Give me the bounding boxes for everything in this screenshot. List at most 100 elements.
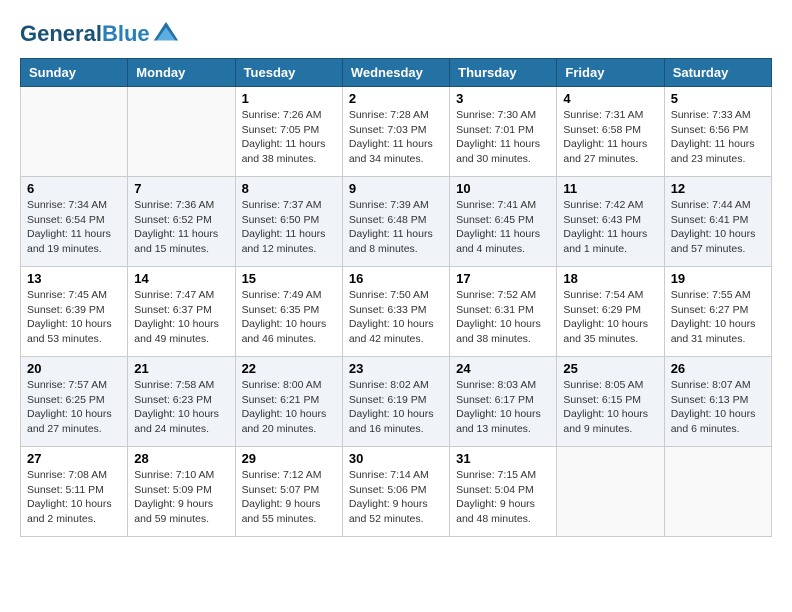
day-number: 11: [563, 181, 657, 196]
calendar-cell: [128, 87, 235, 177]
day-detail: Sunrise: 7:52 AMSunset: 6:31 PMDaylight:…: [456, 288, 550, 347]
weekday-header-row: SundayMondayTuesdayWednesdayThursdayFrid…: [21, 59, 772, 87]
calendar-cell: 30 Sunrise: 7:14 AMSunset: 5:06 PMDayligh…: [342, 447, 449, 537]
week-row-3: 13Sunrise: 7:45 AMSunset: 6:39 PMDayligh…: [21, 267, 772, 357]
day-detail: Sunrise: 7:14 AMSunset: 5:06 PMDaylight:…: [349, 468, 443, 527]
day-detail: Sunrise: 7:39 AMSunset: 6:48 PMDaylight:…: [349, 198, 443, 257]
day-detail: Sunrise: 7:31 AMSunset: 6:58 PMDaylight:…: [563, 108, 657, 167]
day-number: 8: [242, 181, 336, 196]
day-detail: Sunrise: 8:03 AMSunset: 6:17 PMDaylight:…: [456, 378, 550, 437]
day-number: 2: [349, 91, 443, 106]
calendar-cell: 2 Sunrise: 7:28 AMSunset: 7:03 PMDaylight…: [342, 87, 449, 177]
day-detail: Sunrise: 7:47 AMSunset: 6:37 PMDaylight:…: [134, 288, 228, 347]
day-number: 31: [456, 451, 550, 466]
calendar-cell: 15 Sunrise: 7:49 AMSunset: 6:35 PMDayligh…: [235, 267, 342, 357]
calendar-cell: [557, 447, 664, 537]
week-row-5: 27Sunrise: 7:08 AMSunset: 5:11 PMDayligh…: [21, 447, 772, 537]
day-number: 4: [563, 91, 657, 106]
calendar-cell: 7 Sunrise: 7:36 AMSunset: 6:52 PMDaylight…: [128, 177, 235, 267]
day-number: 25: [563, 361, 657, 376]
calendar-cell: 3Sunrise: 7:30 AMSunset: 7:01 PMDaylight…: [450, 87, 557, 177]
day-number: 7: [134, 181, 228, 196]
calendar-cell: 31 Sunrise: 7:15 AMSunset: 5:04 PMDayligh…: [450, 447, 557, 537]
weekday-header-friday: Friday: [557, 59, 664, 87]
day-number: 24: [456, 361, 550, 376]
day-number: 15: [242, 271, 336, 286]
weekday-header-saturday: Saturday: [664, 59, 771, 87]
day-detail: Sunrise: 7:49 AMSunset: 6:35 PMDaylight:…: [242, 288, 336, 347]
day-number: 17: [456, 271, 550, 286]
calendar-cell: 11Sunrise: 7:42 AMSunset: 6:43 PMDayligh…: [557, 177, 664, 267]
calendar-cell: 4 Sunrise: 7:31 AMSunset: 6:58 PMDaylight…: [557, 87, 664, 177]
day-detail: Sunrise: 7:15 AMSunset: 5:04 PMDaylight:…: [456, 468, 550, 527]
calendar-table: SundayMondayTuesdayWednesdayThursdayFrid…: [20, 58, 772, 537]
day-detail: Sunrise: 7:26 AMSunset: 7:05 PMDaylight:…: [242, 108, 336, 167]
calendar-cell: [664, 447, 771, 537]
day-number: 27: [27, 451, 121, 466]
day-detail: Sunrise: 7:10 AMSunset: 5:09 PMDaylight:…: [134, 468, 228, 527]
calendar-cell: 9 Sunrise: 7:39 AMSunset: 6:48 PMDaylight…: [342, 177, 449, 267]
day-detail: Sunrise: 7:36 AMSunset: 6:52 PMDaylight:…: [134, 198, 228, 257]
weekday-header-sunday: Sunday: [21, 59, 128, 87]
day-number: 14: [134, 271, 228, 286]
calendar-cell: 28 Sunrise: 7:10 AMSunset: 5:09 PMDayligh…: [128, 447, 235, 537]
week-row-1: 1 Sunrise: 7:26 AMSunset: 7:05 PMDaylight…: [21, 87, 772, 177]
weekday-header-thursday: Thursday: [450, 59, 557, 87]
day-detail: Sunrise: 7:55 AMSunset: 6:27 PMDaylight:…: [671, 288, 765, 347]
day-detail: Sunrise: 7:41 AMSunset: 6:45 PMDaylight:…: [456, 198, 550, 257]
day-number: 16: [349, 271, 443, 286]
day-number: 20: [27, 361, 121, 376]
calendar-cell: 21Sunrise: 7:58 AMSunset: 6:23 PMDayligh…: [128, 357, 235, 447]
calendar-cell: [21, 87, 128, 177]
calendar-cell: 23 Sunrise: 8:02 AMSunset: 6:19 PMDayligh…: [342, 357, 449, 447]
weekday-header-monday: Monday: [128, 59, 235, 87]
calendar-cell: 17 Sunrise: 7:52 AMSunset: 6:31 PMDayligh…: [450, 267, 557, 357]
day-number: 23: [349, 361, 443, 376]
day-detail: Sunrise: 7:57 AMSunset: 6:25 PMDaylight:…: [27, 378, 121, 437]
calendar-cell: 19 Sunrise: 7:55 AMSunset: 6:27 PMDayligh…: [664, 267, 771, 357]
day-detail: Sunrise: 8:00 AMSunset: 6:21 PMDaylight:…: [242, 378, 336, 437]
day-number: 3: [456, 91, 550, 106]
calendar-cell: 26Sunrise: 8:07 AMSunset: 6:13 PMDayligh…: [664, 357, 771, 447]
day-detail: Sunrise: 7:34 AMSunset: 6:54 PMDaylight:…: [27, 198, 121, 257]
day-detail: Sunrise: 8:05 AMSunset: 6:15 PMDaylight:…: [563, 378, 657, 437]
day-detail: Sunrise: 7:12 AMSunset: 5:07 PMDaylight:…: [242, 468, 336, 527]
day-number: 29: [242, 451, 336, 466]
day-number: 6: [27, 181, 121, 196]
day-number: 1: [242, 91, 336, 106]
day-detail: Sunrise: 7:58 AMSunset: 6:23 PMDaylight:…: [134, 378, 228, 437]
day-number: 9: [349, 181, 443, 196]
weekday-header-tuesday: Tuesday: [235, 59, 342, 87]
logo-text: GeneralBlue: [20, 22, 150, 46]
day-number: 22: [242, 361, 336, 376]
weekday-header-wednesday: Wednesday: [342, 59, 449, 87]
day-detail: Sunrise: 7:37 AMSunset: 6:50 PMDaylight:…: [242, 198, 336, 257]
day-number: 30: [349, 451, 443, 466]
calendar-cell: 27Sunrise: 7:08 AMSunset: 5:11 PMDayligh…: [21, 447, 128, 537]
day-detail: Sunrise: 7:50 AMSunset: 6:33 PMDaylight:…: [349, 288, 443, 347]
day-detail: Sunrise: 7:28 AMSunset: 7:03 PMDaylight:…: [349, 108, 443, 167]
calendar-cell: 6 Sunrise: 7:34 AMSunset: 6:54 PMDaylight…: [21, 177, 128, 267]
day-number: 19: [671, 271, 765, 286]
day-number: 18: [563, 271, 657, 286]
calendar-cell: 5 Sunrise: 7:33 AMSunset: 6:56 PMDaylight…: [664, 87, 771, 177]
day-detail: Sunrise: 8:02 AMSunset: 6:19 PMDaylight:…: [349, 378, 443, 437]
day-number: 12: [671, 181, 765, 196]
day-detail: Sunrise: 7:54 AMSunset: 6:29 PMDaylight:…: [563, 288, 657, 347]
day-number: 28: [134, 451, 228, 466]
day-detail: Sunrise: 7:44 AMSunset: 6:41 PMDaylight:…: [671, 198, 765, 257]
day-detail: Sunrise: 8:07 AMSunset: 6:13 PMDaylight:…: [671, 378, 765, 437]
calendar-cell: 20 Sunrise: 7:57 AMSunset: 6:25 PMDayligh…: [21, 357, 128, 447]
logo: GeneralBlue: [20, 20, 180, 48]
week-row-4: 20 Sunrise: 7:57 AMSunset: 6:25 PMDayligh…: [21, 357, 772, 447]
day-number: 13: [27, 271, 121, 286]
calendar-cell: 12 Sunrise: 7:44 AMSunset: 6:41 PMDayligh…: [664, 177, 771, 267]
calendar-cell: 1 Sunrise: 7:26 AMSunset: 7:05 PMDaylight…: [235, 87, 342, 177]
calendar-cell: 14 Sunrise: 7:47 AMSunset: 6:37 PMDayligh…: [128, 267, 235, 357]
day-detail: Sunrise: 7:33 AMSunset: 6:56 PMDaylight:…: [671, 108, 765, 167]
logo-icon: [152, 20, 180, 48]
calendar-cell: 25 Sunrise: 8:05 AMSunset: 6:15 PMDayligh…: [557, 357, 664, 447]
day-number: 5: [671, 91, 765, 106]
calendar-cell: 18 Sunrise: 7:54 AMSunset: 6:29 PMDayligh…: [557, 267, 664, 357]
calendar-cell: 10Sunrise: 7:41 AMSunset: 6:45 PMDayligh…: [450, 177, 557, 267]
